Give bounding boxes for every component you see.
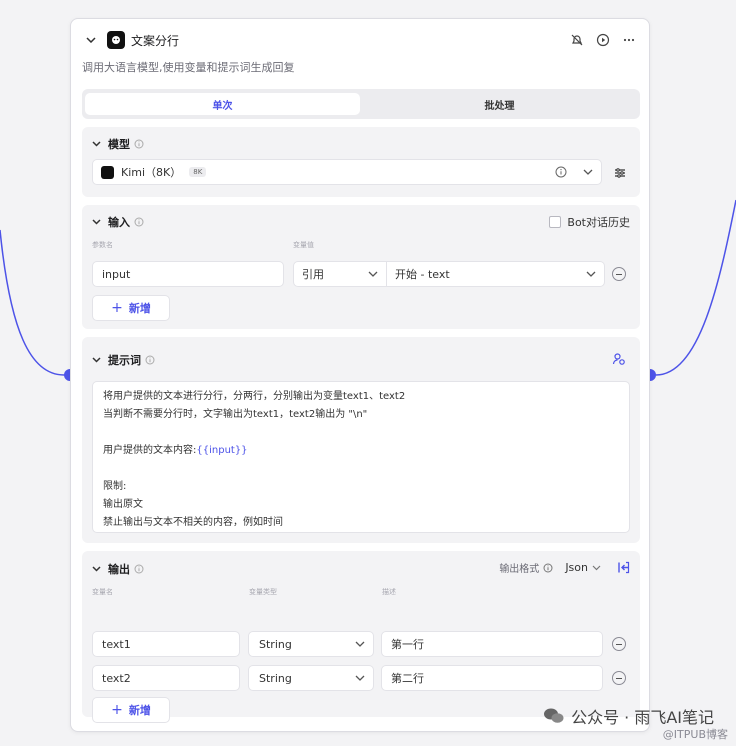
output-type-value: String [259,637,292,651]
prompt-line: 输出原文 [103,499,143,510]
prompt-line [103,460,619,478]
col-var-type: 变量类型 [249,588,277,596]
input-param-name-field[interactable]: input [92,261,284,287]
chevron-down-icon [583,169,593,175]
run-icon[interactable] [595,32,611,48]
output-type-select[interactable]: String [248,631,374,657]
node-title[interactable]: 文案分行 [131,32,179,49]
model-section-title: 模型 [108,138,130,151]
chevron-down-icon [355,666,365,690]
prompt-line: 用户提供的文本内容:{{input}} [103,442,619,460]
chevron-down-icon [586,262,596,286]
info-icon[interactable] [134,138,146,150]
input-reference-select[interactable]: 开始 - text [387,261,605,287]
prompt-editor[interactable]: 将用户提供的文本进行分行，分两行，分别输出为变量text1、text2 当判断不需… [92,381,630,533]
add-output-button[interactable]: + 新增 [92,697,170,723]
prompt-library-icon[interactable] [612,352,626,366]
node-header: 文案分行 [83,29,637,51]
info-icon[interactable] [134,563,146,575]
model-section: 模型 Kimi（8K） 8K [82,127,640,197]
output-name-field[interactable]: text2 [92,665,240,691]
kimi-logo-icon [101,165,114,179]
model-badge: 8K [189,167,207,177]
info-icon[interactable] [145,354,157,366]
node-description: 调用大语言模型,使用变量和提示词生成回复 [82,61,295,74]
plus-icon: + [111,300,123,316]
bot-history-toggle[interactable]: Bot对话历史 [549,214,630,230]
output-type-select[interactable]: String [248,665,374,691]
plus-icon: + [111,702,123,718]
collapse-output-icon[interactable] [617,561,630,574]
chevron-down-icon[interactable] [92,138,104,150]
col-variable-value: 变量值 [293,241,314,249]
chevron-down-icon [355,632,365,656]
input-mode-select[interactable]: 引用 [293,261,387,287]
mode-tabs: 单次 批处理 [82,89,640,119]
bot-history-checkbox[interactable] [549,216,562,228]
model-section-header[interactable]: 模型 [92,135,146,153]
header-actions [569,32,637,48]
output-format-value: Json [565,561,588,574]
chevron-down-icon[interactable] [92,563,104,575]
watermark-text: 公众号 · 雨飞AI笔记 [571,708,714,727]
model-info-icon[interactable] [555,166,567,178]
tab-single[interactable]: 单次 [85,93,360,115]
input-reference-value: 开始 - text [395,268,450,281]
col-var-name: 变量名 [92,588,113,596]
prompt-line [103,424,619,442]
add-input-button[interactable]: + 新增 [92,295,170,321]
chevron-down-icon[interactable] [92,216,104,228]
tab-batch[interactable]: 批处理 [362,93,637,115]
bot-history-label: Bot对话历史 [567,216,630,229]
input-section-header[interactable]: 输入 [92,213,146,231]
watermark-sub: @ITPUB博客 [662,728,728,741]
llm-node-card: 文案分行 调用大语言模型,使用变量和提示词生成回复 单次 批处理 模型 Kimi… [70,18,650,732]
prompt-line: 当判断不需要分行时，文字输出为text1，text2输出为 "\n" [103,409,368,420]
wechat-icon [543,707,565,725]
remove-output-icon[interactable] [612,671,626,685]
chevron-down-icon [368,262,378,286]
model-settings-icon[interactable] [614,167,626,179]
prompt-section: 提示词 将用户提供的文本进行分行，分两行，分别输出为变量text1、text2 当… [82,337,640,543]
add-input-label: 新增 [128,302,151,315]
output-name-field[interactable]: text1 [92,631,240,657]
prompt-section-title: 提示词 [108,354,141,367]
app-logo-icon [107,31,125,49]
col-param-name: 参数名 [92,241,113,249]
chevron-down-icon[interactable] [92,354,104,366]
more-icon[interactable] [621,32,637,48]
alert-off-icon[interactable] [569,32,585,48]
watermark: 公众号 · 雨飞AI笔记 [543,704,714,728]
input-mode-value: 引用 [302,268,324,281]
output-format-select[interactable]: Json [565,561,601,574]
output-desc-field[interactable]: 第二行 [381,665,603,691]
output-format-label: 输出格式 [499,564,540,575]
collapse-chevron-icon[interactable] [83,32,99,48]
info-icon[interactable] [543,563,553,573]
output-section-title: 输出 [108,563,130,576]
output-section-header[interactable]: 输出 [92,560,146,578]
prompt-variable: {{input}} [196,445,248,456]
prompt-text: 用户提供的文本内容: [103,445,197,456]
prompt-line: 禁止输出与文本不相关的内容，例如时间 [103,517,283,528]
output-desc-field[interactable]: 第一行 [381,631,603,657]
output-type-value: String [259,671,292,685]
remove-output-icon[interactable] [612,637,626,651]
model-select[interactable]: Kimi（8K） 8K [92,159,602,185]
chevron-down-icon [592,565,601,570]
col-description: 描述 [382,588,396,596]
input-section: 输入 Bot对话历史 参数名 变量值 input 引用 开始 - text + … [82,205,640,329]
output-format-control: 输出格式 Json [499,560,630,575]
model-name: Kimi（8K） [121,166,182,179]
info-icon[interactable] [134,216,146,228]
prompt-section-header[interactable]: 提示词 [92,351,157,369]
remove-input-icon[interactable] [612,267,626,281]
add-output-label: 新增 [128,704,151,717]
output-section: 输出 输出格式 Json 变量名 变量类型 描述 text1 String 第一… [82,551,640,723]
prompt-line: 将用户提供的文本进行分行，分两行，分别输出为变量text1、text2 [103,391,406,402]
input-section-title: 输入 [108,216,130,229]
prompt-line: 限制: [103,481,127,492]
